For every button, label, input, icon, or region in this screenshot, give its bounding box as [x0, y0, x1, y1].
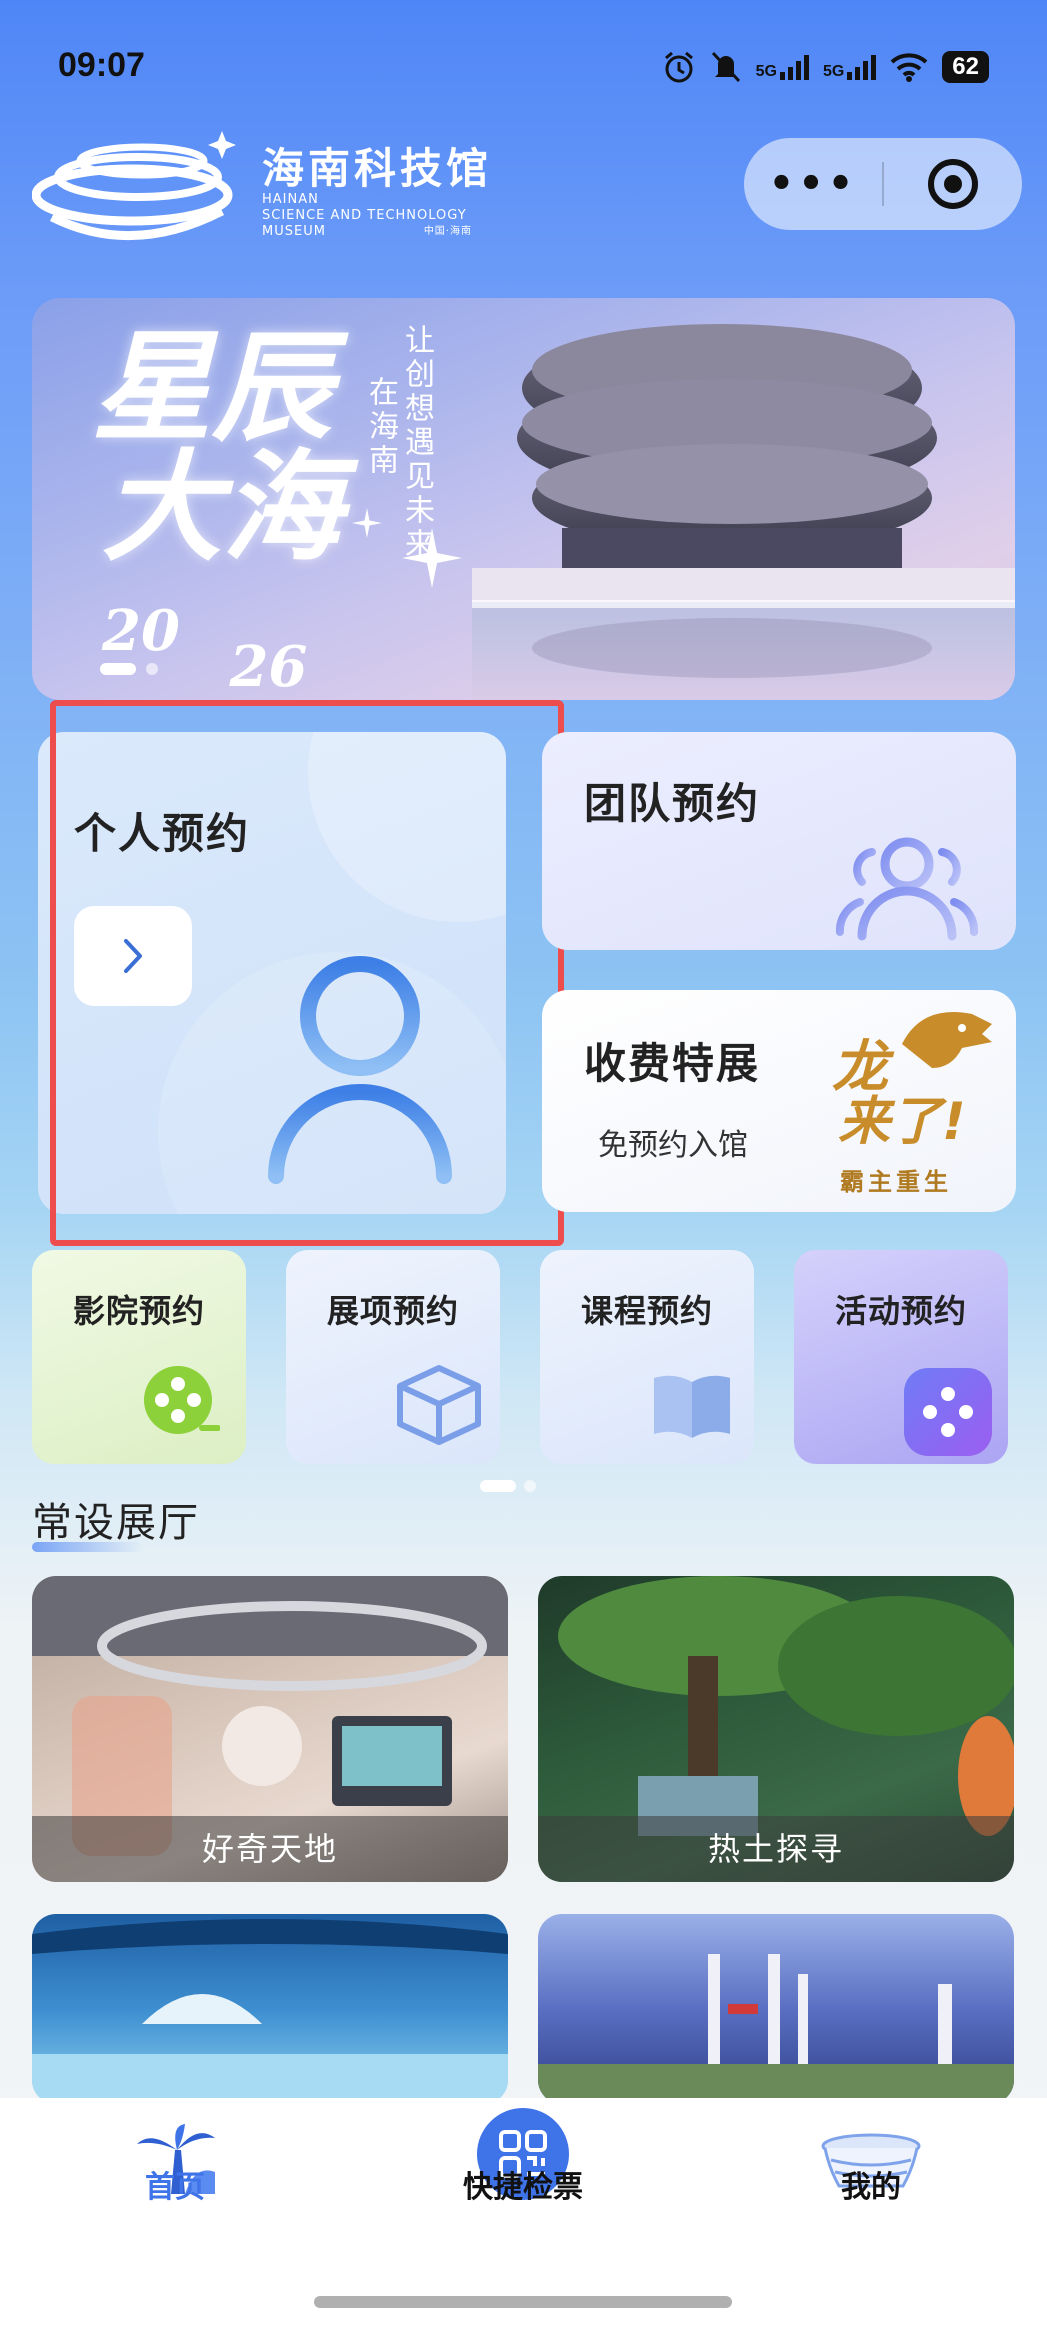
film-reel-icon [144, 1366, 220, 1434]
book-icon [654, 1375, 730, 1438]
paid-exhibition-title: 收费特展 [584, 1039, 761, 1088]
banner-pagination [100, 663, 158, 675]
cinema-booking-card[interactable]: 影院预约 [32, 1250, 246, 1464]
hall-card-land[interactable]: 热土探寻 [538, 1576, 1014, 1882]
bottom-nav: 首页 快捷检票 我的 [0, 2098, 1047, 2327]
banner-year-a: 20 [102, 598, 180, 664]
network-label: 5G [755, 63, 777, 80]
quick-pagination [480, 1480, 536, 1492]
poster-line2: 来了! [838, 1092, 966, 1152]
dinosaur-icon [902, 1012, 992, 1068]
banner-year-b: 26 [229, 634, 308, 700]
signal-icon-2: 5G [822, 54, 877, 80]
nav-mine-label: 我的 [841, 2170, 901, 2205]
box-icon [397, 1365, 481, 1445]
battery-icon: 62 [942, 51, 989, 83]
activity-booking-title: 活动预约 [834, 1292, 967, 1330]
course-booking-card[interactable]: 课程预约 [540, 1250, 754, 1464]
group-icon [835, 837, 979, 941]
status-icons: 5G 5G 62 [662, 50, 989, 84]
team-booking-title: 团队预约 [584, 779, 761, 828]
exhibit-booking-card[interactable]: 展项预约 [286, 1250, 500, 1464]
museum-name-en-line1: HAINAN [262, 192, 319, 207]
poster-line1: 龙 [832, 1035, 888, 1100]
course-booking-title: 课程预约 [580, 1292, 713, 1330]
museum-name-en-line2: SCIENCE AND TECHNOLOGY [262, 208, 467, 223]
selection-highlight [50, 700, 564, 1246]
hall-card-curiosity[interactable]: 好奇天地 [32, 1576, 508, 1882]
banner-dot-active [100, 663, 136, 675]
alarm-icon [664, 51, 693, 83]
status-time: 09:07 [58, 46, 145, 84]
museum-name-en-line3: MUSEUM [262, 224, 326, 239]
close-miniprogram-button[interactable] [884, 156, 1022, 212]
banner-title-line1: 星辰 [92, 317, 332, 458]
hall-card-model[interactable] [538, 1914, 1014, 2104]
banner-slogan-2: 让创想遇见未来 [399, 324, 434, 562]
team-booking-card[interactable]: 团队预约 [542, 732, 1016, 950]
nav-home-label: 首页 [145, 2170, 205, 2205]
sparkle-small-icon [352, 508, 382, 538]
museum-logo-icon [32, 131, 236, 240]
mute-icon [711, 51, 740, 83]
signal-icon: 5G [756, 54, 809, 80]
home-indicator[interactable] [314, 2296, 732, 2308]
wifi-icon [890, 53, 928, 82]
banner-title-line2: 大海 [102, 437, 342, 578]
section-underline [32, 1542, 142, 1552]
paid-exhibition-card[interactable]: 收费特展 免预约入馆 龙 来了! 霸主重生 [542, 990, 1016, 1212]
museum-location: 中国·海南 [423, 226, 472, 237]
nav-ticket-label: 快捷检票 [463, 2170, 583, 2205]
museum-name-en: HAINAN SCIENCE AND TECHNOLOGY MUSEUM 中国·… [262, 192, 472, 240]
hall-image [32, 1919, 508, 2104]
hall-label: 热土探寻 [538, 1816, 1014, 1882]
paid-exhibition-subtitle: 免预约入馆 [598, 1128, 748, 1163]
sparkle-icon [402, 528, 462, 588]
banner-year: 20 26 [102, 598, 307, 700]
more-dots-icon[interactable]: ••• [744, 161, 882, 207]
museum-name-cn: 海南科技馆 [262, 144, 493, 193]
miniprogram-capsule: ••• [744, 138, 1022, 230]
game-controller-icon [904, 1368, 992, 1456]
promo-banner[interactable]: 星辰 大海 20 26 在海南 让创想遇见未来 [32, 298, 1015, 700]
activity-booking-card[interactable]: 活动预约 [794, 1250, 1008, 1464]
cinema-booking-title: 影院预约 [72, 1292, 205, 1330]
target-icon [927, 159, 978, 209]
dinosaur-poster: 龙 来了! 霸主重生 [832, 1004, 1002, 1200]
poster-line3: 霸主重生 [840, 1168, 952, 1196]
hall-card-ocean[interactable] [32, 1914, 508, 2104]
hall-image [538, 1954, 1014, 2104]
banner-slogan-1: 在海南 [363, 376, 398, 478]
quick-dot [524, 1480, 536, 1492]
hall-label: 好奇天地 [32, 1816, 508, 1882]
exhibit-booking-title: 展项预约 [326, 1292, 459, 1330]
quick-dot-active [480, 1480, 516, 1492]
banner-dot [146, 663, 158, 675]
banner-title: 星辰 大海 [92, 328, 342, 568]
network-label-2: 5G [822, 63, 845, 80]
museum-building-image [472, 324, 1015, 700]
section-title: 常设展厅 [32, 1500, 200, 1546]
